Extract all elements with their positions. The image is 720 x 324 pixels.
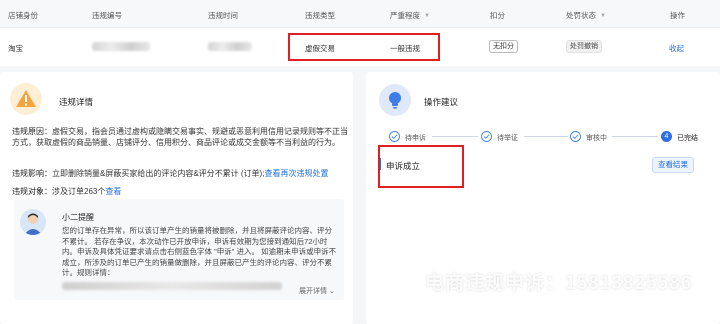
impact-label: 违规影响： bbox=[12, 169, 52, 178]
reminder-text: 您的订单存在异常，所以该订单产生的销量将被删除，并且将屏蔽评论内容、评分不累计。… bbox=[62, 226, 337, 277]
step-2-label: 待举证 bbox=[497, 135, 518, 142]
reminder-name: 小二提醒 bbox=[62, 213, 94, 222]
avatar bbox=[20, 209, 46, 235]
check-icon bbox=[481, 131, 492, 142]
rule-link-redacted bbox=[62, 282, 282, 290]
header-shop: 店铺身份 bbox=[8, 11, 38, 20]
step-3-label: 审核中 bbox=[586, 135, 607, 142]
reason-text: 虚假交易，指会员通过虚构或隐瞒交易事实、规避或恶意利用信用记录规则等不正当方式，… bbox=[12, 127, 348, 147]
table-header: 店铺身份 违规编号 违规时间 违规类型 严重程度 ▼ 扣分 处罚状态 ▼ 操作 bbox=[0, 0, 720, 28]
step-connector bbox=[524, 136, 568, 137]
check-icon bbox=[570, 131, 581, 142]
check-icon bbox=[389, 131, 400, 142]
chevron-down-icon: ⌄ bbox=[328, 288, 335, 295]
step-connector bbox=[612, 136, 658, 137]
watermark: 电商违规申诉：15813825586 bbox=[425, 273, 693, 294]
collapse-link[interactable]: 收起 bbox=[669, 43, 684, 54]
step-connector bbox=[432, 136, 478, 137]
reason-label: 违规原因： bbox=[12, 127, 52, 136]
expand-detail[interactable]: 展开详情 ⌄ bbox=[299, 286, 335, 296]
step-4-number: 4 bbox=[661, 131, 672, 142]
step-4-label: 已完结 bbox=[677, 135, 698, 142]
header-action: 操作 bbox=[670, 11, 685, 20]
violation-table: 店铺身份 违规编号 违规时间 违规类型 严重程度 ▼ 扣分 处罚状态 ▼ 操作 淘宝… bbox=[0, 0, 720, 66]
target-text: 涉及订单263个 bbox=[52, 187, 106, 196]
impact-link[interactable]: 查看再次违规处置 bbox=[264, 169, 328, 178]
filter-icon[interactable]: ▼ bbox=[424, 13, 430, 19]
cell-id-redacted bbox=[92, 42, 150, 51]
header-status: 处罚状态 ▼ bbox=[566, 11, 606, 20]
filter-icon[interactable]: ▼ bbox=[600, 13, 606, 19]
suggest-title: 操作建议 bbox=[424, 97, 459, 107]
view-result-button[interactable]: 查看结果 bbox=[652, 157, 694, 173]
detail-title: 违规详情 bbox=[59, 97, 94, 107]
header-type: 违规类型 bbox=[305, 11, 335, 20]
reminder-card: 小二提醒 您的订单存在异常，所以该订单产生的销量将被删除，并且将屏蔽评论内容、评… bbox=[14, 199, 344, 300]
cell-shop: 淘宝 bbox=[8, 44, 23, 53]
cell-time-redacted bbox=[208, 42, 252, 51]
reason-row: 违规原因：虚假交易，指会员通过虚构或隐瞒交易事实、规避或恶意利用信用记录规则等不… bbox=[12, 126, 350, 148]
deduct-badge: 无扣分 bbox=[489, 40, 518, 53]
step-1-label: 待申诉 bbox=[405, 135, 426, 142]
lightbulb-icon bbox=[379, 84, 411, 116]
highlight-box-type-severity bbox=[288, 33, 440, 61]
warning-icon bbox=[10, 83, 42, 115]
target-label: 违规对象： bbox=[12, 187, 52, 196]
highlight-box-result bbox=[378, 145, 464, 188]
header-deduct: 扣分 bbox=[490, 11, 505, 20]
header-id: 违规编号 bbox=[92, 11, 122, 20]
impact-row: 违规影响：立即删除销量&屏蔽买家给出的评论内容&评分不累计 (订单);查看再次违… bbox=[12, 168, 350, 179]
impact-text: 立即删除销量&屏蔽买家给出的评论内容&评分不累计 (订单); bbox=[52, 169, 265, 178]
status-badge: 处罚撤销 bbox=[566, 40, 602, 53]
view-orders-link[interactable]: 查看 bbox=[105, 187, 121, 196]
header-time: 违规时间 bbox=[208, 11, 238, 20]
target-row: 违规对象：涉及订单263个查看 bbox=[12, 186, 121, 197]
header-severity: 严重程度 ▼ bbox=[390, 11, 430, 20]
